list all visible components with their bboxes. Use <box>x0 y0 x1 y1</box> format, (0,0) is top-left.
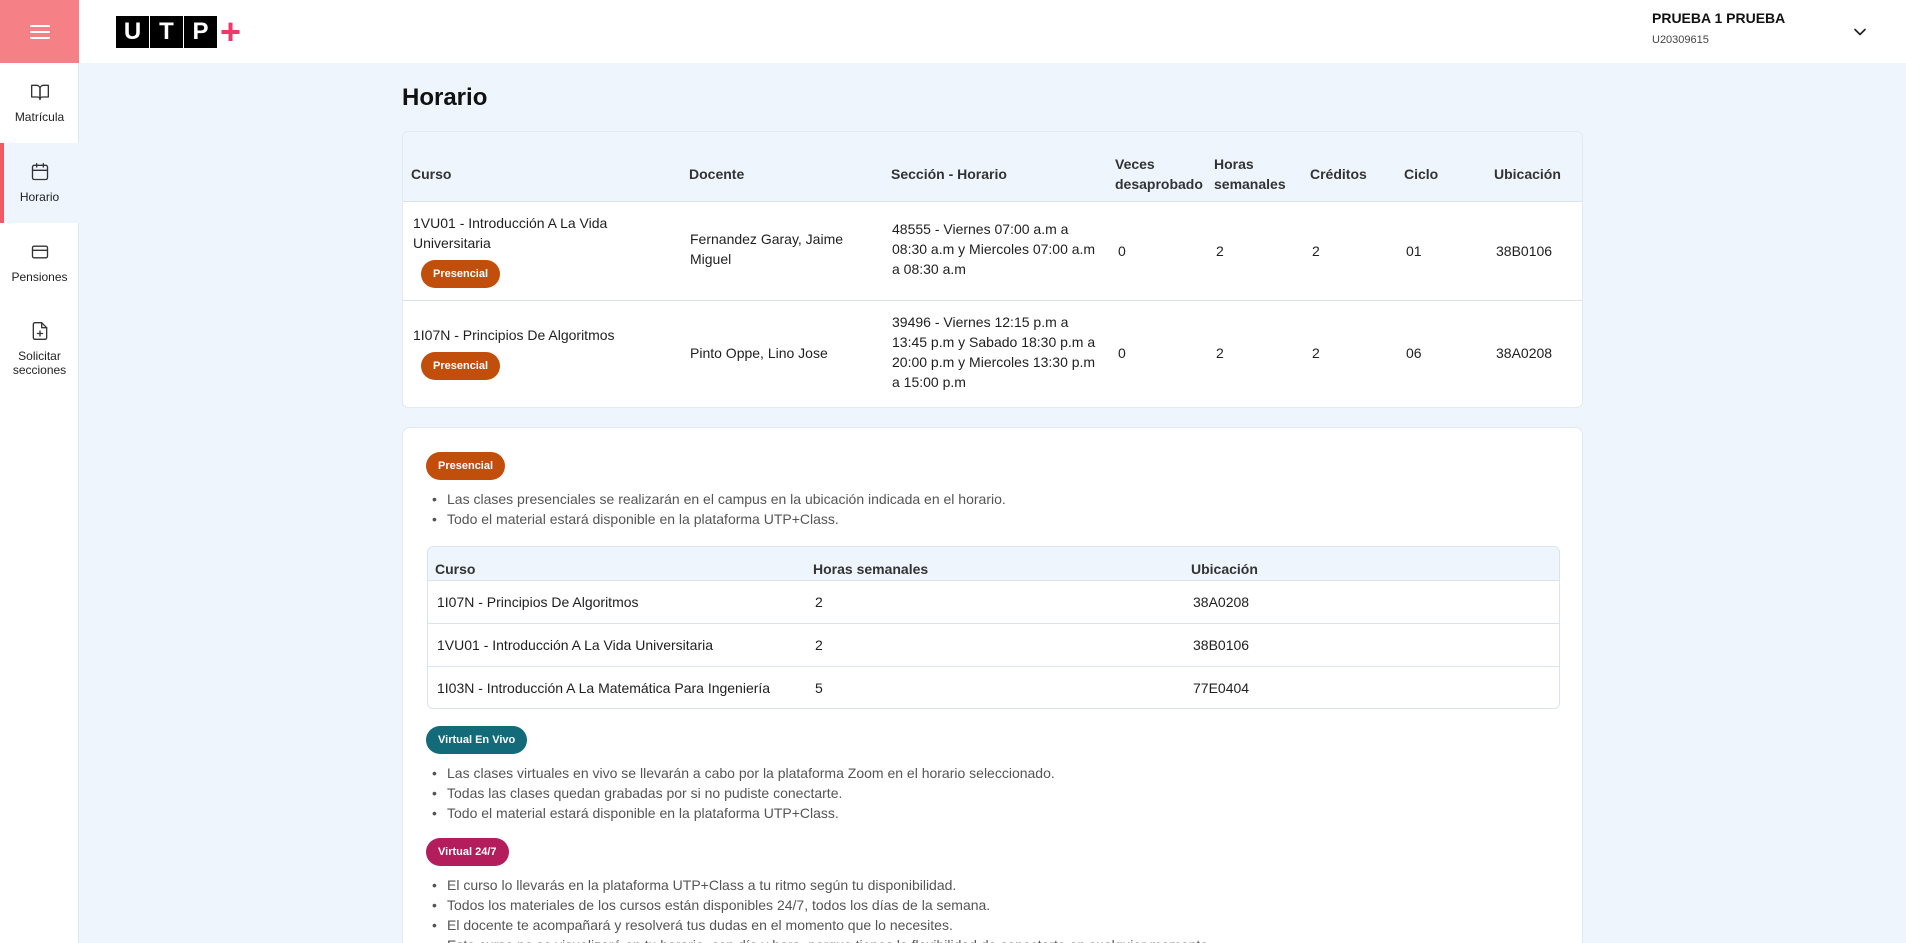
col-horas: Horas semanales <box>1214 156 1286 192</box>
user-code: U20309615 <box>1652 34 1709 46</box>
chevron-down-icon[interactable] <box>1850 22 1870 42</box>
virtual-247-chip: Virtual 24/7 <box>426 838 509 866</box>
cell-horas: 2 <box>1216 345 1224 361</box>
sidebar-item-matricula[interactable]: Matrícula <box>0 63 79 143</box>
cell-horas: 2 <box>1216 243 1224 259</box>
sidebar-item-solicitar-secciones[interactable]: Solicitar secciones <box>0 303 79 395</box>
user-info[interactable]: PRUEBA 1 PRUEBA U20309615 <box>1652 10 1785 46</box>
cell-veces: 0 <box>1118 243 1126 259</box>
col-seccion: Sección - Horario <box>891 166 1007 182</box>
bullet-item: Este curso no se visualizará en tu horar… <box>427 935 1212 943</box>
modality-info-card: Presencial Las clases presenciales se re… <box>402 427 1583 943</box>
col-ubicacion: Ubicación <box>1191 561 1258 577</box>
cell-curso: 1I07N - Principios De Algoritmos <box>437 594 639 610</box>
bullet-item: Todo el material estará disponible en la… <box>427 803 1055 823</box>
cell-ciclo: 06 <box>1406 345 1422 361</box>
logo-plus: + <box>220 11 242 52</box>
utp-logo[interactable]: U T P + <box>116 11 242 52</box>
table-row: 1VU01 - Introducción A La Vida Universit… <box>428 624 1559 667</box>
bullet-item: Las clases virtuales en vivo se llevarán… <box>427 763 1055 783</box>
cell-curso: 1I03N - Introducción A La Matemática Par… <box>437 680 771 696</box>
presencial-courses-table: Curso Horas semanales Ubicación 1I07N - … <box>427 546 1560 709</box>
presencial-bullets: Las clases presenciales se realizarán en… <box>427 489 1006 529</box>
cell-docente: Fernandez Garay, Jaime Miguel <box>690 231 844 267</box>
logo-letter: T <box>150 16 183 48</box>
cell-seccion: 48555 - Viernes 07:00 a.m a 08:30 a.m y … <box>892 221 1096 277</box>
sidebar-item-label: Matrícula <box>14 110 65 124</box>
sidebar-item-pensiones[interactable]: Pensiones <box>0 223 79 303</box>
col-veces: Veces desaprobado <box>1115 156 1203 192</box>
cell-horas: 5 <box>815 680 823 696</box>
sidebar-item-horario[interactable]: Horario <box>0 143 79 223</box>
sidebar-item-label: Solicitar secciones <box>12 349 67 377</box>
bullet-item: Todas las clases quedan grabadas por si … <box>427 783 1055 803</box>
book-icon <box>30 84 49 101</box>
col-ubicacion: Ubicación <box>1494 166 1561 182</box>
cell-horas: 2 <box>815 637 823 653</box>
cell-horas: 2 <box>815 594 823 610</box>
cell-ubicacion: 38B0106 <box>1193 637 1250 653</box>
cell-docente: Pinto Oppe, Lino Jose <box>690 345 828 361</box>
top-bar: U T P + PRUEBA 1 PRUEBA U20309615 <box>79 0 1906 63</box>
col-horas: Horas semanales <box>813 561 929 577</box>
sidebar-item-label: Horario <box>19 190 60 204</box>
cell-ubicacion: 38A0208 <box>1496 345 1553 361</box>
user-name: PRUEBA 1 PRUEBA <box>1652 10 1786 26</box>
sidebar-item-label: Pensiones <box>11 270 68 284</box>
bullet-item: Todos los materiales de los cursos están… <box>427 895 1212 915</box>
table-header: Curso Docente Sección - Horario Veces de… <box>403 132 1582 202</box>
virtual-en-vivo-chip: Virtual En Vivo <box>426 726 528 754</box>
credit-card-icon <box>31 245 48 259</box>
col-curso: Curso <box>411 166 452 182</box>
cell-seccion: 39496 - Viernes 12:15 p.m a 13:45 p.m y … <box>892 314 1096 390</box>
cell-ubicacion: 77E0404 <box>1193 680 1250 696</box>
presencial-chip: Presencial <box>426 452 506 480</box>
table-row: 1I07N - Principios De Algoritmos 2 38A02… <box>428 581 1559 624</box>
col-creditos: Créditos <box>1310 166 1367 182</box>
col-curso: Curso <box>435 561 476 577</box>
table-row: 1I03N - Introducción A La Matemática Par… <box>428 667 1559 708</box>
modalidad-chip: Presencial <box>421 260 501 288</box>
course-name: 1VU01 - Introducción A La Vida Universit… <box>413 215 608 251</box>
virtual-en-vivo-bullets: Las clases virtuales en vivo se llevarán… <box>427 763 1055 823</box>
bullet-item: El docente te acompañará y resolverá tus… <box>427 915 1212 935</box>
virtual-247-bullets: El curso lo llevarás en la plataforma UT… <box>427 875 1212 943</box>
table-row: 1I07N - Principios De Algoritmos Presenc… <box>403 301 1582 407</box>
sidebar: Matrícula Horario Pensiones Solicitar se… <box>0 0 79 943</box>
col-docente: Docente <box>689 166 745 182</box>
file-plus-icon <box>32 322 47 340</box>
calendar-icon <box>31 163 48 181</box>
col-ciclo: Ciclo <box>1404 166 1439 182</box>
bullet-item: Todo el material estará disponible en la… <box>427 509 1006 529</box>
cell-ubicacion: 38A0208 <box>1193 594 1250 610</box>
course-name: 1I07N - Principios De Algoritmos <box>413 327 615 343</box>
schedule-table: Curso Docente Sección - Horario Veces de… <box>402 131 1583 408</box>
table-row: 1VU01 - Introducción A La Vida Universit… <box>403 202 1582 301</box>
table-header: Curso Horas semanales Ubicación <box>428 547 1559 581</box>
logo-letter: U <box>116 16 149 48</box>
bullet-item: El curso lo llevarás en la plataforma UT… <box>427 875 1212 895</box>
cell-veces: 0 <box>1118 345 1126 361</box>
hamburger-icon <box>29 21 50 43</box>
bullet-item: Las clases presenciales se realizarán en… <box>427 489 1006 509</box>
cell-ciclo: 01 <box>1406 243 1422 259</box>
cell-curso: 1I07N - Principios De Algoritmos Presenc… <box>413 325 673 380</box>
page-title: Horario <box>402 84 488 111</box>
cell-creditos: 2 <box>1312 243 1320 259</box>
cell-curso: 1VU01 - Introducción A La Vida Universit… <box>437 637 714 653</box>
modalidad-chip: Presencial <box>421 352 501 380</box>
hamburger-menu-button[interactable] <box>0 0 79 63</box>
cell-creditos: 2 <box>1312 345 1320 361</box>
cell-ubicacion: 38B0106 <box>1496 243 1553 259</box>
cell-curso: 1VU01 - Introducción A La Vida Universit… <box>413 213 653 288</box>
logo-letter: P <box>184 16 217 48</box>
